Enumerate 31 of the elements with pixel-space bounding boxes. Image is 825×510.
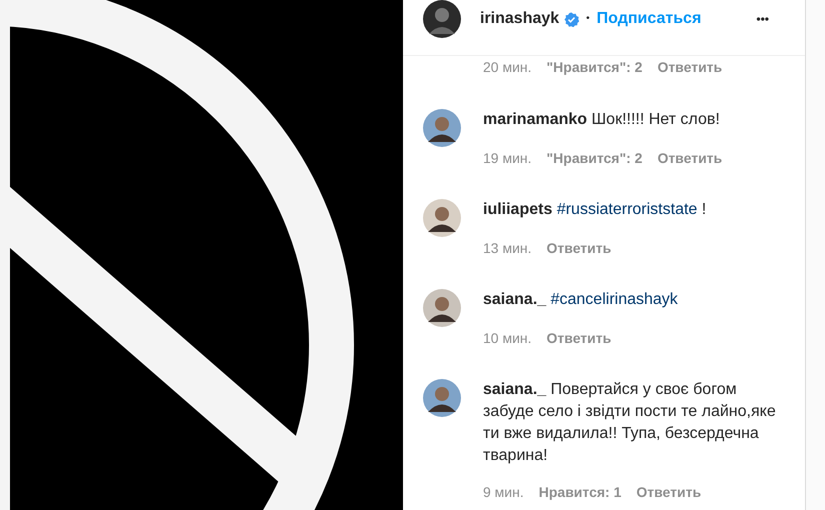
separator-dot: • [586, 12, 590, 26]
comment-text: marinamanko Шок!!!!! Нет слов! [483, 110, 721, 130]
comment-time: 13 мин. [483, 240, 532, 256]
likes-button[interactable]: Нравится: 1 [538, 484, 622, 500]
comment-time: 10 мин. [483, 330, 532, 346]
username-link[interactable]: marinamanko [483, 111, 588, 128]
avatar-icon[interactable] [423, 109, 461, 147]
reply-button[interactable]: Ответить [546, 330, 612, 346]
avatar-icon[interactable] [423, 0, 461, 38]
reply-button[interactable]: Ответить [636, 484, 702, 500]
comment-time: 20 мин. [483, 59, 532, 75]
comment-text: saiana._ Повертайся у своє богом забуде село і звідти пости те лайно,яке ти вже видалила!! Тупа, безсердечна тварина! [483, 380, 777, 466]
comment-text: iuliiapets #russiaterroriststate ! [483, 200, 708, 220]
avatar-icon[interactable] [423, 289, 461, 327]
username-link[interactable]: irinashayk [480, 9, 560, 29]
likes-button[interactable]: "Нравится": 2 [546, 150, 642, 166]
reply-button[interactable]: Ответить [657, 59, 722, 75]
username-link[interactable]: saiana._ [483, 291, 546, 308]
follow-link[interactable]: Подписаться [596, 9, 702, 29]
likes-button[interactable]: "Нравится": 2 [546, 59, 642, 75]
reply-button[interactable]: Ответить [546, 240, 612, 256]
avatar-icon[interactable] [423, 379, 461, 417]
avatar-icon[interactable] [423, 199, 461, 237]
hashtag-link[interactable]: #cancelirinashayk [550, 291, 678, 308]
username-link[interactable]: iuliiapets [483, 201, 552, 218]
comment-time: 9 мин. [483, 484, 524, 500]
hashtag-link[interactable]: #russiaterroriststate [556, 201, 698, 218]
username-link[interactable]: saiana._ [483, 381, 546, 398]
more-button[interactable]: ••• [754, 8, 771, 30]
comment-time: 19 мин. [483, 150, 532, 166]
reply-button[interactable]: Ответить [657, 150, 722, 166]
